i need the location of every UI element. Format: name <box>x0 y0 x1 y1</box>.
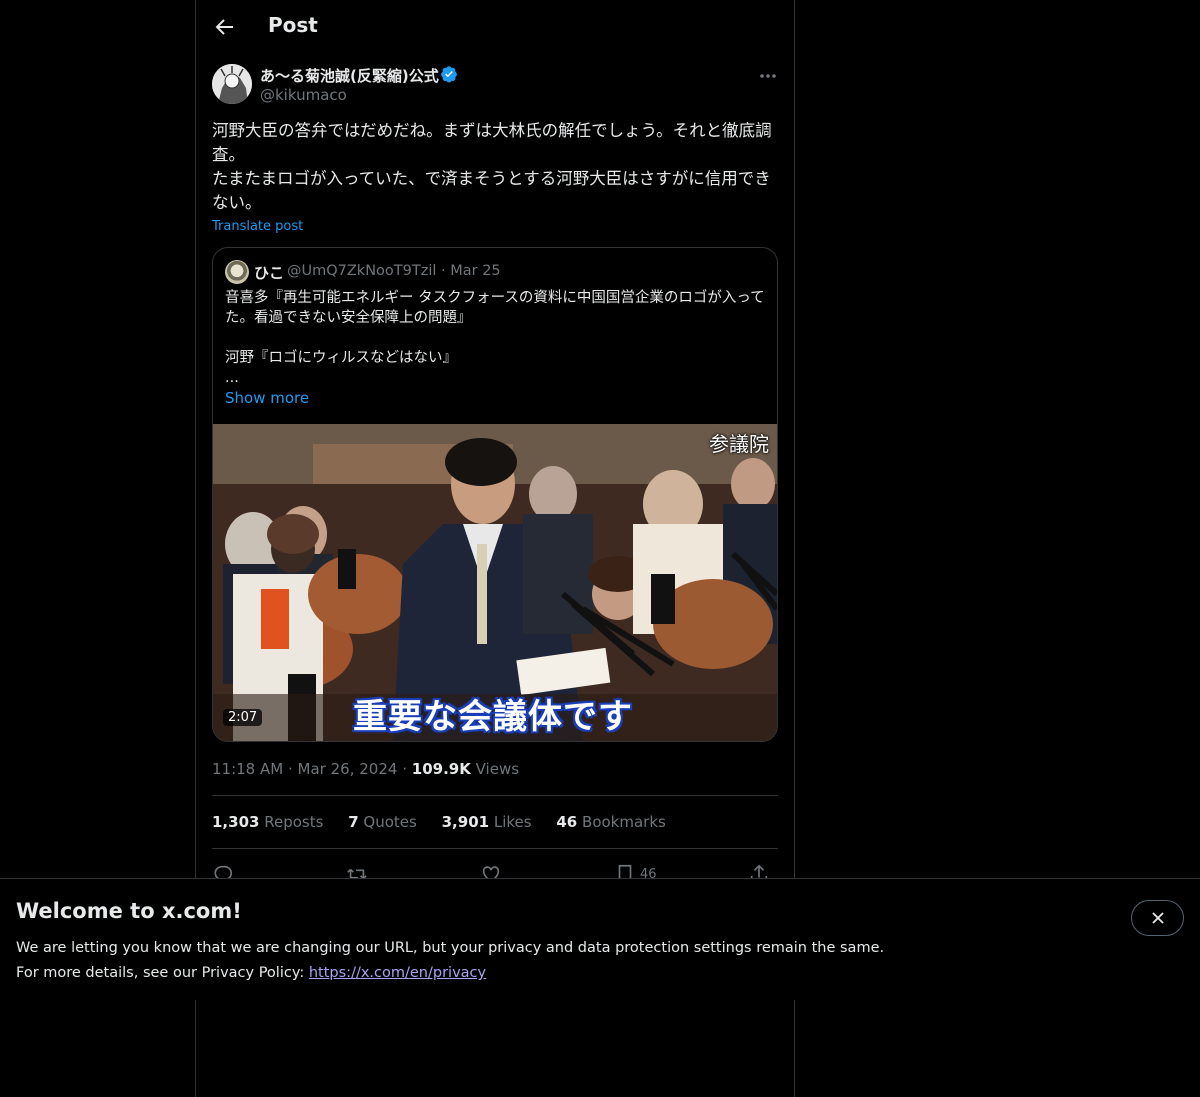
post-metadata: 11:18 AM · Mar 26, 2024 · 109.9K Views <box>212 760 519 778</box>
post-date[interactable]: Mar 26, 2024 <box>298 760 398 778</box>
reposts-stat[interactable]: 1,303 Reposts <box>212 813 323 831</box>
post-author: あ〜る菊池誠(反緊縮)公式 @kikumaco <box>212 64 778 108</box>
video-duration: 2:07 <box>223 709 263 726</box>
quoted-text: 音喜多『再生可能エネルギー タスクフォースの資料に中国国営企業のロゴが入ってた。… <box>225 290 765 386</box>
author-handle[interactable]: @kikumaco <box>260 86 347 104</box>
quotes-label: Quotes <box>363 813 417 831</box>
avatar[interactable] <box>212 64 252 104</box>
more-dots-icon <box>760 74 776 78</box>
author-display-name[interactable]: あ〜る菊池誠(反緊縮)公式 <box>260 65 439 86</box>
meta-separator: · <box>402 760 407 778</box>
likes-count: 3,901 <box>441 813 490 831</box>
likes-stat[interactable]: 3,901 Likes <box>442 813 532 831</box>
welcome-banner: Welcome to x.com! We are letting you kno… <box>0 878 1200 1000</box>
quotes-count: 7 <box>348 813 359 831</box>
meta-separator: · <box>287 760 293 778</box>
quoted-post[interactable]: ひこ @UmQ7ZkNooT9Tzil · Mar 25 音喜多『再生可能エネル… <box>212 247 778 742</box>
divider <box>212 795 778 796</box>
quoted-avatar[interactable] <box>225 260 249 284</box>
engagement-stats: 1,303 Reposts 7 Quotes 3,901 Likes 46 Bo… <box>212 813 686 831</box>
arrow-left-icon <box>215 19 233 35</box>
avatar-image <box>212 64 252 104</box>
close-banner-button[interactable] <box>1131 900 1184 936</box>
post-text: 河野大臣の答弁ではだめだね。まずは大林氏の解任でしょう。それと徹底調査。 たまた… <box>212 119 778 215</box>
divider <box>212 848 778 849</box>
page-title: Post <box>268 13 318 37</box>
banner-text: We are letting you know that we are chan… <box>16 936 916 986</box>
quotes-stat[interactable]: 7 Quotes <box>348 813 417 831</box>
meta-separator: · <box>441 263 446 279</box>
quoted-author-handle: @UmQ7ZkNooT9Tzil <box>287 263 437 279</box>
video-watermark: 参議院 <box>709 432 769 456</box>
verified-badge-icon[interactable] <box>440 65 458 83</box>
close-icon <box>1151 912 1164 924</box>
reposts-count: 1,303 <box>212 813 260 831</box>
quoted-author-name[interactable]: ひこ <box>254 262 284 283</box>
bookmarks-count: 46 <box>556 813 578 831</box>
views-count: 109.9K <box>411 760 471 778</box>
video-caption: 重要な会議体です <box>353 697 633 737</box>
likes-label: Likes <box>493 813 532 831</box>
video-player[interactable]: 参議院 重要な会議体です 2:07 <box>213 424 777 741</box>
quoted-date: Mar 25 <box>450 263 501 279</box>
page-header: Post <box>196 0 794 54</box>
privacy-policy-link[interactable]: https://x.com/en/privacy <box>309 965 486 981</box>
banner-title: Welcome to x.com! <box>16 899 242 923</box>
bookmarks-label: Bookmarks <box>582 813 666 831</box>
back-button[interactable] <box>212 15 236 39</box>
bookmarks-stat[interactable]: 46 Bookmarks <box>556 813 665 831</box>
banner-line: For more details, see our Privacy Policy… <box>16 961 916 986</box>
show-more-link[interactable]: Show more <box>225 389 309 407</box>
post-text-line: たまたまロゴが入っていた、で済まそうとする河野大臣はさすがに信用できない。 <box>212 169 771 212</box>
post-text-line: 河野大臣の答弁ではだめだね。まずは大林氏の解任でしょう。それと徹底調査。 <box>212 121 772 164</box>
reposts-label: Reposts <box>264 813 324 831</box>
views-label: Views <box>475 760 520 778</box>
post-time[interactable]: 11:18 AM <box>212 760 283 778</box>
quoted-author-meta: @UmQ7ZkNooT9Tzil · Mar 25 <box>287 263 501 279</box>
banner-line-prefix: For more details, see our Privacy Policy… <box>16 965 309 981</box>
banner-line: We are letting you know that we are chan… <box>16 940 885 956</box>
translate-post-link[interactable]: Translate post <box>212 219 303 234</box>
more-options-button[interactable] <box>758 66 778 86</box>
